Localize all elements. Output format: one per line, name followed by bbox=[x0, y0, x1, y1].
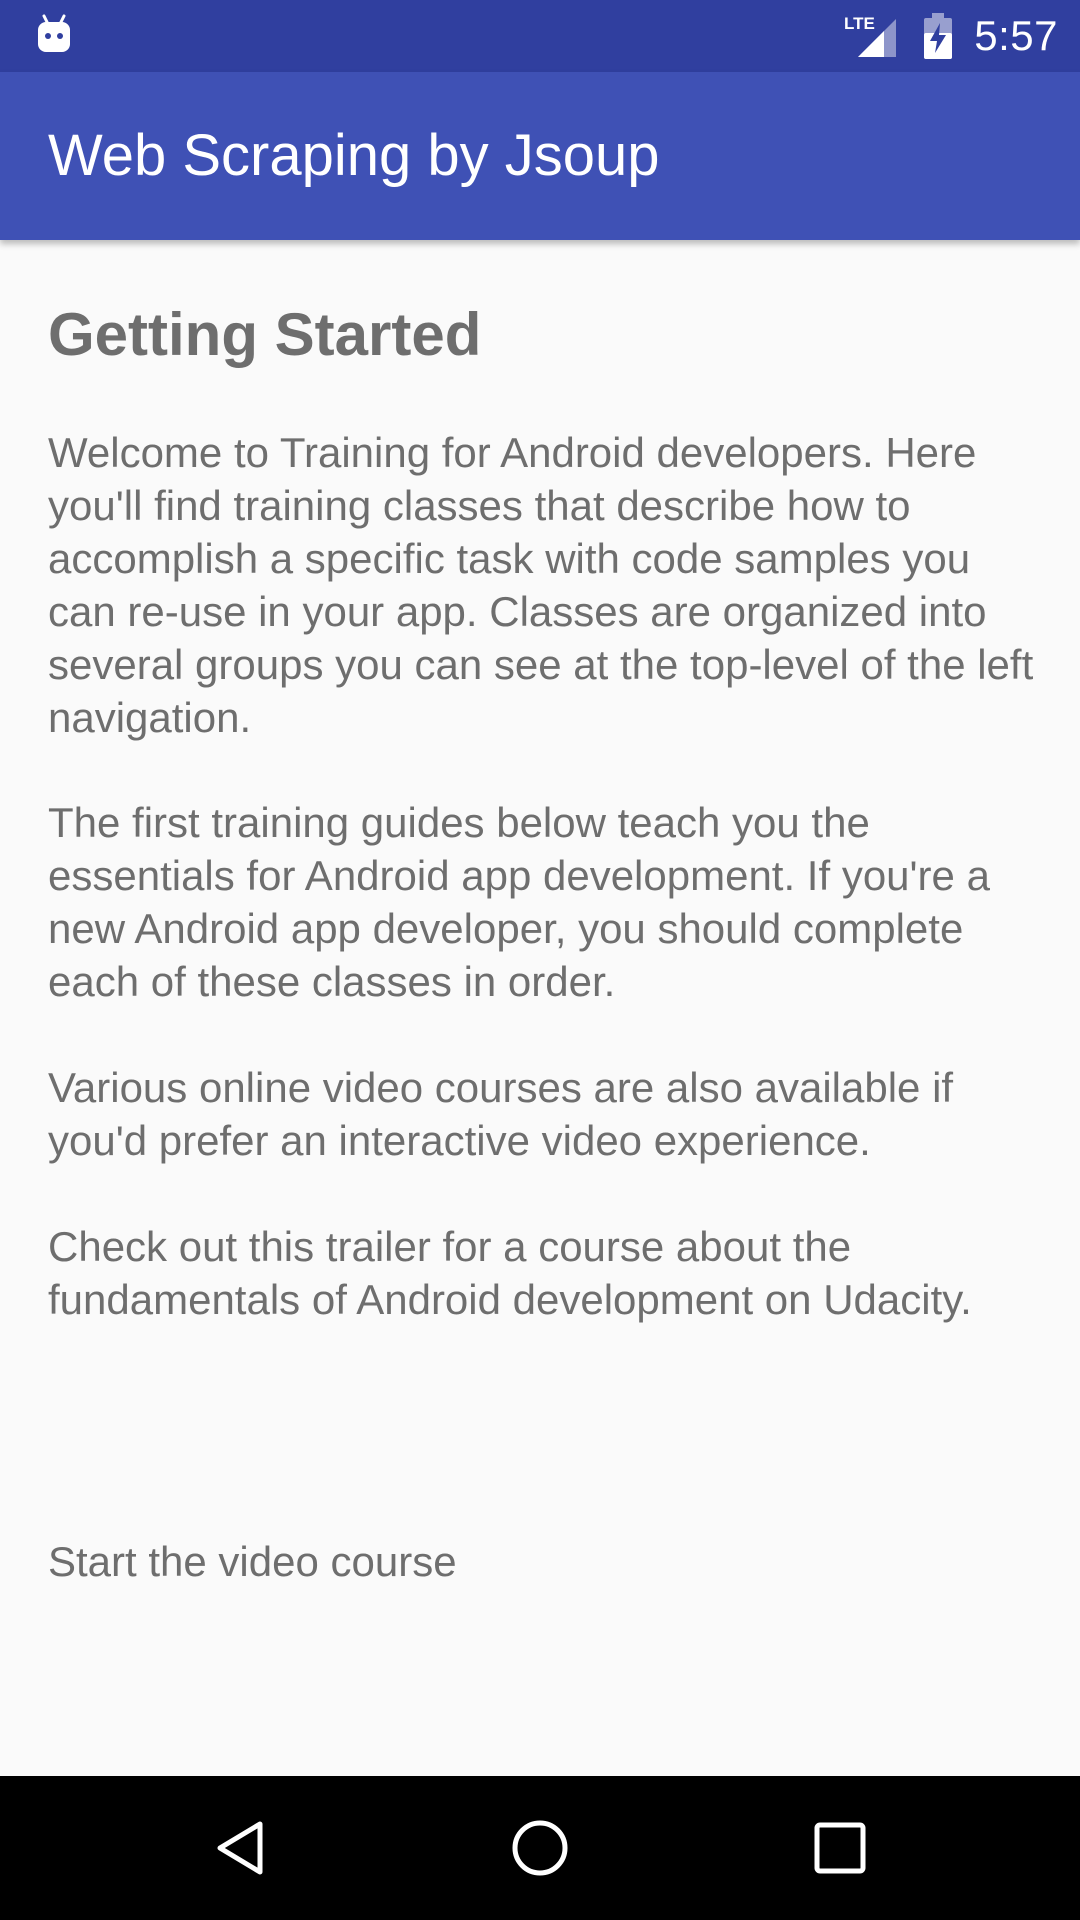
back-button[interactable] bbox=[200, 1808, 280, 1888]
paragraph-welcome: Welcome to Training for Android develope… bbox=[48, 429, 1034, 741]
battery-charging-icon bbox=[924, 13, 953, 59]
system-nav-bar bbox=[0, 1776, 1080, 1920]
android-notification-icon bbox=[38, 14, 70, 52]
paragraph-trailer: Check out this trailer for a course abou… bbox=[48, 1223, 972, 1323]
page-title: Getting Started bbox=[48, 301, 482, 368]
app-screen: LTE 5:57 Web Scraping by Jsoup Getting S… bbox=[0, 0, 1080, 1920]
svg-text:LTE: LTE bbox=[844, 14, 875, 33]
home-circle-icon bbox=[512, 1820, 568, 1876]
scraped-content[interactable]: Getting Started Welcome to Training for … bbox=[0, 240, 1080, 1776]
status-right-group: LTE 5:57 bbox=[844, 0, 1058, 72]
status-bar: LTE 5:57 bbox=[0, 0, 1080, 72]
start-video-course-link[interactable]: Start the video course bbox=[48, 1538, 457, 1586]
back-triangle-icon bbox=[217, 1821, 263, 1875]
home-button[interactable] bbox=[500, 1808, 580, 1888]
lte-signal-icon: LTE bbox=[844, 14, 897, 57]
status-time: 5:57 bbox=[974, 12, 1058, 59]
app-title: Web Scraping by Jsoup bbox=[48, 123, 660, 188]
paragraph-first-guides: The first training guides below teach yo… bbox=[48, 799, 990, 1005]
app-toolbar: Web Scraping by Jsoup bbox=[0, 72, 1080, 240]
recents-square-icon bbox=[814, 1822, 866, 1874]
recents-button[interactable] bbox=[800, 1808, 880, 1888]
paragraph-video-courses: Various online video courses are also av… bbox=[48, 1064, 954, 1164]
